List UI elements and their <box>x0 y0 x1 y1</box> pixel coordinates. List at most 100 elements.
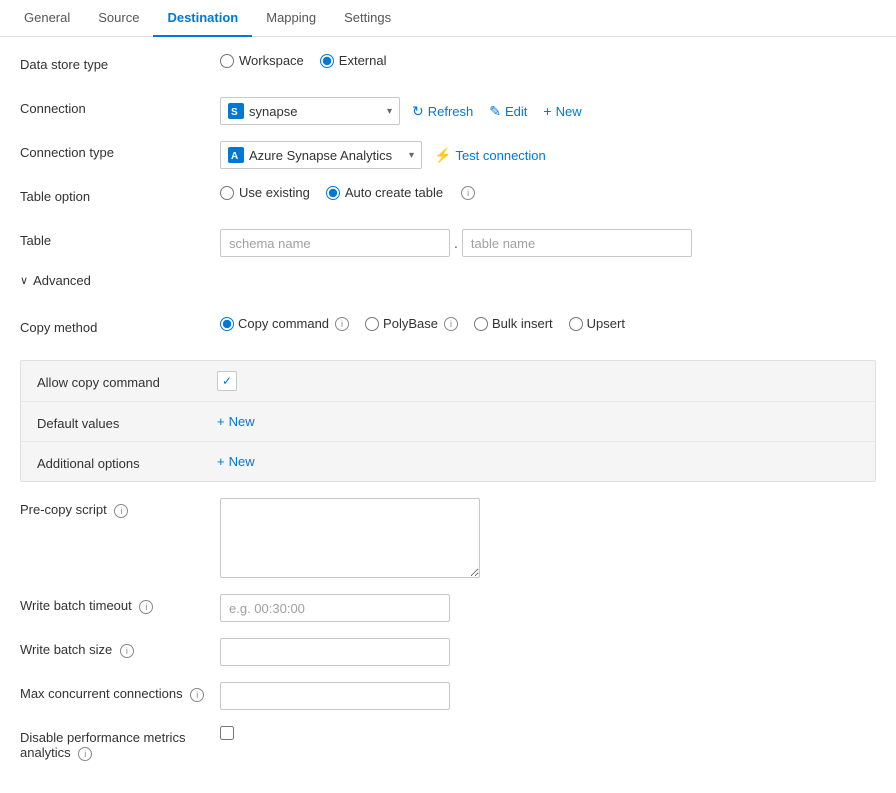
tab-mapping[interactable]: Mapping <box>252 0 330 37</box>
external-radio-item[interactable]: External <box>320 53 387 68</box>
max-concurrent-connections-input[interactable] <box>220 682 450 710</box>
connection-type-row: Connection type A Azure Synapse Analytic… <box>20 141 876 169</box>
allow-copy-command-row: Allow copy command ✓ <box>21 361 875 402</box>
pre-copy-script-textarea[interactable] <box>220 498 480 578</box>
write-batch-timeout-input[interactable] <box>220 594 450 622</box>
schema-input[interactable] <box>220 229 450 257</box>
additional-options-new-button[interactable]: + New <box>217 452 255 471</box>
disable-performance-metrics-checkbox[interactable] <box>220 726 234 740</box>
tab-destination[interactable]: Destination <box>153 0 252 37</box>
new-connection-label: New <box>556 104 582 119</box>
table-option-control: Use existing Auto create table i <box>220 185 876 200</box>
test-connection-button[interactable]: ⚡ Test connection <box>430 145 550 166</box>
write-batch-timeout-control <box>220 594 876 622</box>
edit-label: Edit <box>505 104 527 119</box>
pre-copy-script-row: Pre-copy script i <box>20 498 876 578</box>
test-connection-label: Test connection <box>455 148 545 163</box>
max-concurrent-connections-control <box>220 682 876 710</box>
schema-table-inputs: . <box>220 229 692 257</box>
table-option-radio-group: Use existing Auto create table i <box>220 185 475 200</box>
default-values-new-button[interactable]: + New <box>217 412 255 431</box>
copy-method-label: Copy method <box>20 316 220 335</box>
auto-create-radio-item[interactable]: Auto create table <box>326 185 443 200</box>
connection-label: Connection <box>20 97 220 116</box>
pre-copy-script-label: Pre-copy script i <box>20 498 220 518</box>
disable-performance-metrics-control <box>220 726 876 740</box>
allow-copy-command-checkbox[interactable]: ✓ <box>217 371 237 391</box>
tab-source[interactable]: Source <box>84 0 153 37</box>
workspace-radio-item[interactable]: Workspace <box>220 53 304 68</box>
additional-options-plus-icon: + <box>217 454 225 469</box>
upsert-option[interactable]: Upsert <box>569 316 625 331</box>
disable-performance-metrics-info-icon[interactable]: i <box>78 747 92 761</box>
copy-method-row: Copy method Copy command i PolyBase i Bu… <box>20 316 876 344</box>
external-radio[interactable] <box>320 54 334 68</box>
write-batch-size-label: Write batch size i <box>20 638 220 658</box>
default-values-control: + New <box>217 412 859 431</box>
auto-create-label: Auto create table <box>345 185 443 200</box>
write-batch-size-control <box>220 638 876 666</box>
new-connection-button[interactable]: + New <box>539 101 585 121</box>
polybase-radio[interactable] <box>365 317 379 331</box>
copy-method-control: Copy command i PolyBase i Bulk insert Up… <box>220 316 876 331</box>
additional-options-new-label: New <box>229 454 255 469</box>
connection-type-select[interactable]: Azure Synapse Analytics <box>220 141 422 169</box>
table-option-info-icon[interactable]: i <box>461 186 475 200</box>
bulk-insert-radio[interactable] <box>474 317 488 331</box>
edit-icon: ✎ <box>489 103 501 120</box>
max-concurrent-connections-label: Max concurrent connections i <box>20 682 220 702</box>
write-batch-size-info-icon[interactable]: i <box>120 644 134 658</box>
use-existing-radio-item[interactable]: Use existing <box>220 185 310 200</box>
data-store-type-radio-group: Workspace External <box>220 53 387 68</box>
polybase-info-icon[interactable]: i <box>444 317 458 331</box>
write-batch-timeout-label: Write batch timeout i <box>20 594 220 614</box>
table-name-input[interactable] <box>462 229 692 257</box>
bulk-insert-label: Bulk insert <box>492 316 553 331</box>
additional-options-label: Additional options <box>37 452 217 471</box>
connection-type-label: Connection type <box>20 141 220 160</box>
write-batch-timeout-row: Write batch timeout i <box>20 594 876 622</box>
auto-create-radio[interactable] <box>326 186 340 200</box>
bulk-insert-option[interactable]: Bulk insert <box>474 316 553 331</box>
additional-options-control: + New <box>217 452 859 471</box>
use-existing-radio[interactable] <box>220 186 234 200</box>
workspace-radio[interactable] <box>220 54 234 68</box>
write-batch-size-row: Write batch size i <box>20 638 876 666</box>
copy-command-label: Copy command <box>238 316 329 331</box>
default-values-label: Default values <box>37 412 217 431</box>
edit-button[interactable]: ✎ Edit <box>485 101 531 122</box>
upsert-label: Upsert <box>587 316 625 331</box>
connection-select-wrap: S synapse ▾ <box>220 97 400 125</box>
tab-settings[interactable]: Settings <box>330 0 405 37</box>
write-batch-timeout-info-icon[interactable]: i <box>139 600 153 614</box>
write-batch-size-input[interactable] <box>220 638 450 666</box>
max-concurrent-connections-info-icon[interactable]: i <box>190 688 204 702</box>
data-store-type-control: Workspace External <box>220 53 876 68</box>
refresh-icon: ↻ <box>412 103 424 120</box>
polybase-option[interactable]: PolyBase i <box>365 316 458 331</box>
table-control: . <box>220 229 876 257</box>
pre-copy-script-info-icon[interactable]: i <box>114 504 128 518</box>
copy-command-option[interactable]: Copy command i <box>220 316 349 331</box>
connection-select[interactable]: synapse <box>220 97 400 125</box>
destination-content: Data store type Workspace External Conne… <box>0 37 896 793</box>
tab-bar: General Source Destination Mapping Setti… <box>0 0 896 37</box>
copy-command-radio[interactable] <box>220 317 234 331</box>
connection-type-control: A Azure Synapse Analytics ▾ ⚡ Test conne… <box>220 141 876 169</box>
external-label: External <box>339 53 387 68</box>
table-row: Table . <box>20 229 876 257</box>
refresh-button[interactable]: ↻ Refresh <box>408 101 477 122</box>
use-existing-label: Use existing <box>239 185 310 200</box>
plus-icon: + <box>543 103 551 119</box>
table-label: Table <box>20 229 220 248</box>
connection-control: S synapse ▾ ↻ Refresh ✎ Edit + New <box>220 97 876 125</box>
tab-general[interactable]: General <box>10 0 84 37</box>
refresh-label: Refresh <box>428 104 474 119</box>
copy-command-info-icon[interactable]: i <box>335 317 349 331</box>
advanced-toggle-button[interactable]: ∨ Advanced <box>20 273 91 288</box>
pre-copy-script-control <box>220 498 876 578</box>
upsert-radio[interactable] <box>569 317 583 331</box>
default-values-new-label: New <box>229 414 255 429</box>
disable-performance-metrics-row: Disable performance metrics analytics i <box>20 726 876 761</box>
additional-options-row: Additional options + New <box>21 442 875 481</box>
